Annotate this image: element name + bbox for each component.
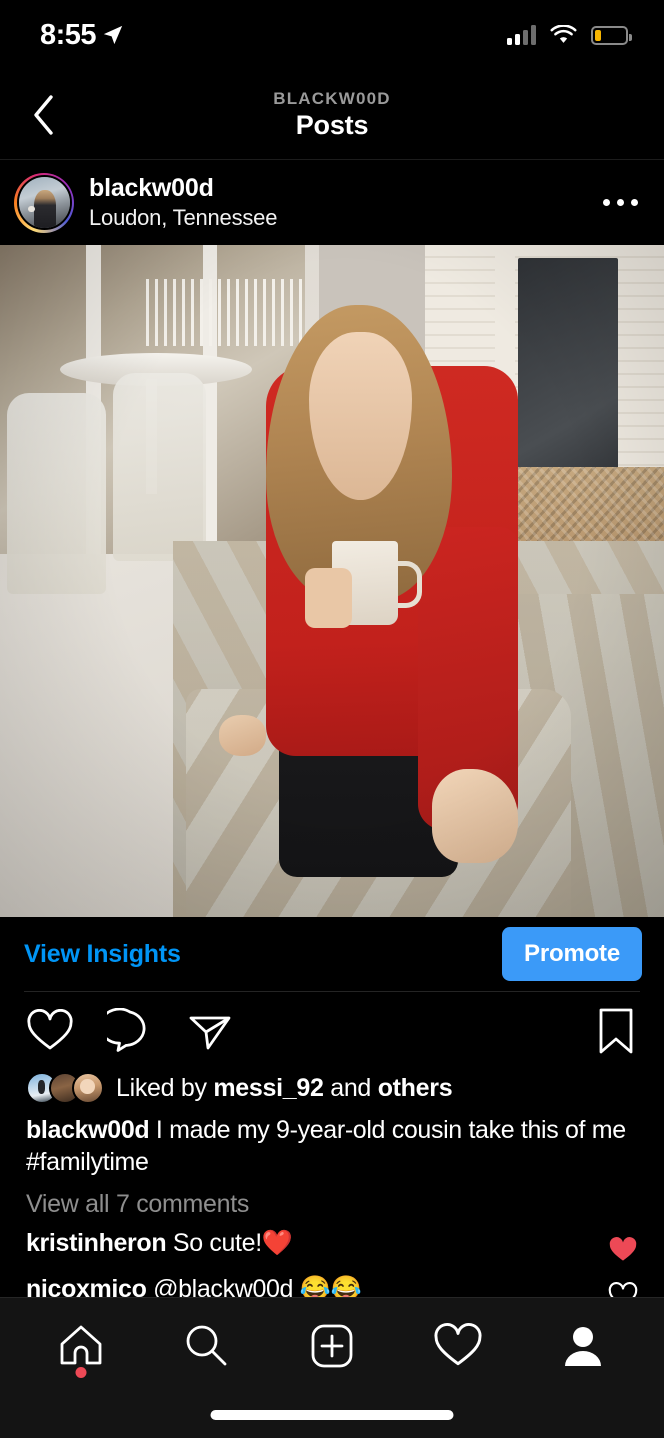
search-icon — [186, 1325, 227, 1366]
avatar-image — [16, 175, 72, 230]
tab-profile[interactable] — [547, 1310, 619, 1382]
battery-icon — [591, 25, 632, 45]
more-options-icon[interactable] — [599, 185, 642, 220]
avatar[interactable] — [14, 172, 74, 233]
comment-username[interactable]: kristinheron — [26, 1229, 167, 1257]
instagram-post-screen: 8:55 BLACKW00D Posts blackw00d Loudon, T… — [0, 0, 664, 1438]
wifi-icon — [550, 25, 577, 43]
tab-search[interactable] — [170, 1310, 242, 1382]
status-bar-right — [507, 25, 632, 45]
nav-eyebrow: BLACKW00D — [273, 88, 391, 108]
tab-list — [0, 1298, 664, 1394]
post-image[interactable] — [0, 245, 664, 917]
liked-by-row[interactable]: Liked by messi_92 and others — [0, 1070, 664, 1108]
post-header: blackw00d Loudon, Tennessee — [0, 160, 664, 245]
plus-square-icon — [311, 1324, 353, 1368]
liked-by-username[interactable]: messi_92 — [213, 1074, 324, 1102]
home-indicator-bar — [210, 1410, 454, 1420]
view-all-comments-link[interactable]: View all 7 comments — [0, 1180, 664, 1221]
comment-body: kristinheron So cute!❤️ — [26, 1229, 606, 1258]
tab-create[interactable] — [296, 1310, 368, 1382]
liked-by-others[interactable]: others — [378, 1074, 453, 1102]
tab-activity[interactable] — [422, 1310, 494, 1382]
heart-filled-icon — [609, 1237, 637, 1261]
promote-button[interactable]: Promote — [502, 927, 642, 981]
comment-button[interactable] — [104, 1005, 156, 1057]
caption-username[interactable]: blackw00d — [26, 1116, 150, 1144]
liked-by-prefix: Liked by — [116, 1073, 214, 1102]
liked-by-text: Liked by messi_92 and others — [116, 1073, 453, 1103]
liked-by-middle: and — [323, 1073, 378, 1102]
tab-home[interactable] — [45, 1310, 117, 1382]
heart-icon — [27, 1009, 73, 1050]
comment-icon — [107, 1008, 146, 1052]
cellular-signal-icon — [507, 25, 536, 45]
comment-like-button[interactable] — [606, 1233, 640, 1267]
share-button[interactable] — [184, 1005, 236, 1057]
nav-header: BLACKW00D Posts — [0, 70, 664, 160]
post-header-text: blackw00d Loudon, Tennessee — [89, 174, 277, 231]
back-button[interactable] — [22, 93, 66, 137]
liked-by-avatar — [72, 1072, 104, 1104]
bottom-tab-bar — [0, 1297, 664, 1438]
comment-text: So cute!❤️ — [166, 1229, 293, 1257]
status-bar: 8:55 — [0, 0, 664, 70]
page-title: Posts — [295, 109, 369, 140]
status-bar-left: 8:55 — [40, 19, 124, 52]
post-username[interactable]: blackw00d — [89, 174, 277, 203]
bookmark-icon — [599, 1008, 633, 1054]
post-location[interactable]: Loudon, Tennessee — [89, 205, 277, 231]
nav-title-group: BLACKW00D Posts — [273, 89, 391, 141]
post-caption: blackw00d I made my 9-year-old cousin ta… — [0, 1108, 664, 1180]
home-badge-dot — [75, 1367, 87, 1378]
status-time: 8:55 — [40, 18, 97, 51]
post-actions — [0, 992, 664, 1070]
location-arrow-icon — [103, 25, 123, 45]
view-insights-link[interactable]: View Insights — [24, 940, 181, 969]
heart-icon — [434, 1323, 482, 1366]
save-button[interactable] — [590, 1005, 642, 1057]
liked-by-avatars — [26, 1072, 104, 1104]
comment-item: kristinheron So cute!❤️ — [0, 1221, 664, 1267]
post-actions-left — [24, 1005, 236, 1057]
like-button[interactable] — [24, 1005, 76, 1057]
insights-row: View Insights Promote — [0, 917, 664, 991]
share-paper-plane-icon — [189, 1016, 231, 1050]
back-chevron-icon — [34, 94, 53, 135]
person-icon — [565, 1327, 602, 1366]
home-icon — [60, 1325, 102, 1365]
